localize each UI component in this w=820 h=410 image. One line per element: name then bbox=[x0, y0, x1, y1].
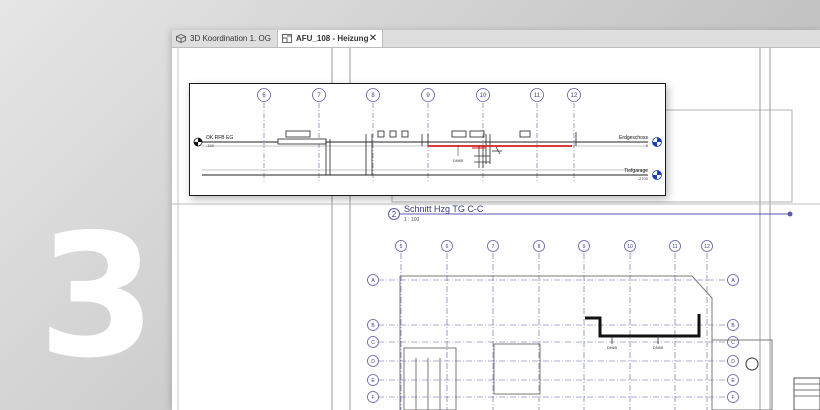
revit-window: 3D Koordination 1. OG AFU_108 - Heizung … bbox=[172, 30, 820, 410]
grid-label: 5 bbox=[400, 244, 403, 250]
grid-label: 10 bbox=[627, 244, 633, 250]
section-mark[interactable]: 2 Schnitt Hzg TG C-C 1 : 100 bbox=[388, 204, 793, 223]
plan-row-bubbles bbox=[367, 274, 739, 403]
level-value: -150 bbox=[206, 143, 215, 148]
level-name: Erdgeschoss bbox=[619, 135, 648, 141]
grid-label: 9 bbox=[583, 244, 586, 250]
level-name: OK RFB EG bbox=[206, 135, 233, 141]
plan-grid-columns bbox=[400, 253, 708, 410]
pipe-tag: DN65 bbox=[653, 345, 664, 350]
plan-walls bbox=[399, 275, 820, 410]
plan-column-labels: 5 6 7 8 9 10 11 12 bbox=[400, 244, 710, 250]
grid-label: D bbox=[371, 359, 375, 365]
level-value: -2700 bbox=[638, 176, 649, 181]
level-name: Tiefgarage bbox=[624, 168, 648, 174]
tab-label: AFU_108 - Heizung bbox=[296, 34, 369, 43]
section-drawing: 6 7 8 9 10 11 12 DN65 OK RFB EG -150 Erd… bbox=[193, 88, 662, 182]
section-marker-number: 2 bbox=[392, 210, 397, 219]
grid-label: C bbox=[731, 340, 735, 346]
tab-label: 3D Koordination 1. OG bbox=[190, 34, 271, 43]
pipe-tag: DN65 bbox=[607, 345, 618, 350]
plan-column-bubbles bbox=[395, 240, 713, 252]
grid-label: C bbox=[371, 340, 375, 346]
section-scale: 1 : 100 bbox=[404, 217, 420, 223]
cube-icon bbox=[176, 34, 186, 43]
step-number: 3 bbox=[38, 198, 156, 396]
tab-3d-koordination[interactable]: 3D Koordination 1. OG bbox=[172, 30, 275, 47]
view-tab-bar: 3D Koordination 1. OG AFU_108 - Heizung … bbox=[172, 30, 820, 48]
plan-row-labels: A A B B C C D D E E F F bbox=[371, 278, 735, 401]
section-heating-pipe: DN65 bbox=[428, 145, 572, 168]
level-value: 0 bbox=[646, 143, 649, 148]
pipe-tag: DN65 bbox=[453, 158, 464, 163]
grid-label: 11 bbox=[672, 244, 677, 250]
grid-label: 11 bbox=[534, 93, 541, 99]
floor-plan-icon bbox=[282, 34, 292, 43]
grid-label: 7 bbox=[492, 244, 495, 250]
grid-label: D bbox=[731, 359, 735, 365]
grid-label: 8 bbox=[538, 244, 541, 250]
section-title: Schnitt Hzg TG C-C bbox=[404, 204, 484, 214]
grid-label: F bbox=[731, 395, 734, 401]
plan-grid-rows bbox=[378, 279, 728, 398]
close-icon[interactable]: ✕ bbox=[368, 30, 378, 47]
section-view-popup[interactable]: 6 7 8 9 10 11 12 DN65 OK RFB EG -150 Erd… bbox=[189, 83, 666, 196]
grid-label: F bbox=[371, 395, 374, 401]
plan-heating-pipe[interactable]: DN65 DN65 bbox=[585, 314, 701, 350]
grid-label: 12 bbox=[571, 93, 578, 99]
grid-label: 10 bbox=[480, 93, 487, 99]
grid-label: 6 bbox=[446, 244, 449, 250]
grid-label: 12 bbox=[704, 244, 710, 250]
